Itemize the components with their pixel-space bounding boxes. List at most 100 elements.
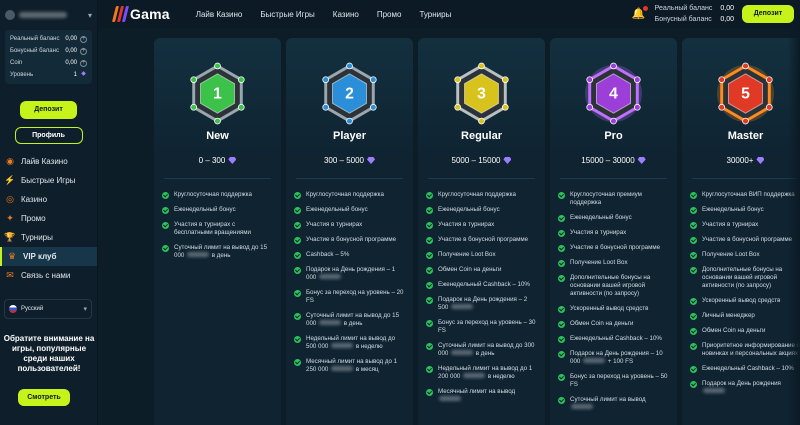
perk-text-wrap: Участие в бонусной программе xyxy=(702,236,792,244)
user-menu[interactable]: ▾ xyxy=(0,0,97,30)
blurred-amount xyxy=(439,396,461,401)
check-icon xyxy=(690,366,697,373)
perk-text-wrap: Еженедельный бонус xyxy=(174,206,236,214)
perk-text-wrap: Еженедельный бонус xyxy=(438,206,500,214)
sidebar-item-label: Турниры xyxy=(21,233,53,242)
language-select[interactable]: Русский ▾ xyxy=(4,299,92,319)
perk-item: Участие в бонусной программе xyxy=(294,236,407,244)
perk-item: Недельный лимит на вывод до 1 200 000 в … xyxy=(426,365,539,381)
perk-text-wrap: Бонус за переход на уровень – 30 FS xyxy=(438,319,539,335)
perk-list: Круглосуточная поддержка Еженедельный бон… xyxy=(162,191,275,267)
perk-text-wrap: Участия в турнирах с бесплатными вращени… xyxy=(174,221,275,237)
top-nav-item[interactable]: Промо xyxy=(377,10,402,19)
perk-text-wrap: Месячный лимит на вывод до 1 250 000 в м… xyxy=(306,358,407,374)
sidebar-item-7[interactable]: ✉ Связь с нами xyxy=(0,266,97,285)
level-range-text: 0 – 300 xyxy=(198,156,226,165)
perk-item: Участия в турнирах xyxy=(294,221,407,229)
bell-icon[interactable]: 🔔 xyxy=(632,6,648,21)
diamond-icon xyxy=(367,157,376,164)
balance-row: Уровень 1 ◆ xyxy=(10,69,87,81)
diamond-icon xyxy=(503,157,512,164)
perk-text: Участия в турнирах xyxy=(570,229,627,236)
top-nav: Лайв Казино Быстрые Игры Казино Промо Турнир… xyxy=(196,10,452,19)
perk-text-wrap: Участия в турнирах xyxy=(570,229,626,237)
check-icon xyxy=(690,252,697,259)
perk-item: Обмен Coin на деньги xyxy=(558,320,671,328)
perk-text: Еженедельный бонус xyxy=(702,206,764,213)
level-range: 30000+ xyxy=(682,156,800,165)
level-number: 1 xyxy=(213,85,222,102)
sidebar-item-5[interactable]: 🏆 Турниры xyxy=(0,228,97,247)
sidebar-item-3[interactable]: ◎ Казино xyxy=(0,190,97,209)
balance-label: Coin xyxy=(10,60,23,66)
check-icon xyxy=(426,389,433,396)
perk-text: Участия в турнирах xyxy=(702,221,759,228)
check-icon xyxy=(690,298,697,305)
top-nav-item[interactable]: Лайв Казино xyxy=(196,10,243,19)
perk-item: Участие в бонусной программе xyxy=(426,236,539,244)
perk-item: Участия в турнирах xyxy=(558,229,671,237)
diamond-icon xyxy=(756,157,765,164)
perk-text-wrap: Недельный лимит на вывод до 500 000 в не… xyxy=(306,335,407,351)
profile-button[interactable]: Профиль xyxy=(14,127,83,144)
plus-icon[interactable]: + xyxy=(80,59,87,67)
vip-level-card: 1 New 0 – 300 Круглосуточная поддержка Ежене… xyxy=(154,38,281,425)
flag-ru-icon xyxy=(9,305,17,313)
perk-text-wrap: Участие в бонусной программе xyxy=(570,244,660,252)
perk-item: Суточный лимит на вывод до 300 000 в ден… xyxy=(426,342,539,358)
balance-box: Реальный баланс 0,00 + Бонусный баланс 0,00 +… xyxy=(5,30,92,84)
sidebar-item-label: Быстрые Игры xyxy=(21,176,76,185)
blurred-amount xyxy=(583,358,606,363)
perk-item: Подарок на День рождения – 1 000 xyxy=(294,266,407,282)
plus-icon[interactable]: + xyxy=(80,47,87,55)
level-number: 3 xyxy=(477,85,486,102)
perk-text-wrap: Еженедельный Cashback – 10% xyxy=(702,365,794,373)
logo-mark-icon xyxy=(112,6,129,22)
logo[interactable]: Gama xyxy=(112,6,170,22)
perk-suffix: + 100 FS xyxy=(607,358,634,365)
level-badge-icon: 3 xyxy=(454,62,509,125)
perk-text-wrap: Еженедельный бонус xyxy=(570,214,632,222)
check-icon xyxy=(294,313,301,320)
sidebar-item-1[interactable]: ◉ Лайв Казино xyxy=(0,152,97,171)
chevron-down-icon[interactable]: ▾ xyxy=(88,11,92,20)
perk-item: Еженедельный бонус xyxy=(294,206,407,214)
perk-text-wrap: Дополнительные бонусы на основании вашей… xyxy=(702,266,800,290)
sidebar-deposit-button[interactable]: Депозит xyxy=(20,101,77,119)
perk-text-wrap: Круглосуточная поддержка xyxy=(174,191,252,199)
perk-text: Обмен Coin на деньги xyxy=(702,327,766,334)
perk-text-wrap: Получение Loot Box xyxy=(702,251,760,259)
perk-item: Круглосуточная премиум поддержка xyxy=(558,191,671,207)
top-nav-item[interactable]: Турниры xyxy=(419,10,451,19)
perk-item: Приоритетное информирование о новинках и… xyxy=(690,342,800,358)
plus-icon[interactable]: + xyxy=(80,35,87,43)
perk-suffix: в месяц xyxy=(355,366,379,373)
perk-item: Еженедельный бонус xyxy=(162,206,275,214)
sidebar-item-2[interactable]: ⚡ Быстрые Игры xyxy=(0,171,97,190)
perk-text-wrap: Суточный лимит на вывод до 15 000 в день xyxy=(306,312,407,328)
perk-text-wrap: Обмен Coin на деньги xyxy=(570,320,633,328)
sidebar-item-6[interactable]: ♛ VIP клуб xyxy=(0,247,97,266)
chevron-down-icon: ▾ xyxy=(83,306,87,313)
header-deposit-button[interactable]: Депозит xyxy=(742,5,794,23)
check-icon xyxy=(162,207,169,214)
perk-item: Бонус за переход на уровень – 50 FS xyxy=(558,373,671,389)
level-name: Regular xyxy=(461,130,502,142)
perk-suffix: в неделю xyxy=(487,373,515,380)
watch-button[interactable]: Смотреть xyxy=(18,389,70,406)
perk-text-wrap: Месячный лимит на вывод xyxy=(438,388,539,404)
check-icon xyxy=(558,275,565,282)
balance-label: Уровень xyxy=(10,72,34,78)
perk-text: Круглосуточная поддержка xyxy=(438,191,516,198)
real-balance-value: 0,00 xyxy=(720,5,734,12)
perk-item: Дополнительные бонусы на основании вашей… xyxy=(558,274,671,298)
perk-item: Подарок на День рождения – 2 500 xyxy=(426,296,539,312)
perk-text: Недельный лимит на вывод до 1 200 000 xyxy=(438,365,533,380)
perk-item: Участие в бонусной программе xyxy=(558,244,671,252)
logo-text: Gama xyxy=(130,6,170,22)
top-nav-item[interactable]: Быстрые Игры xyxy=(260,10,314,19)
sidebar-item-4[interactable]: ✦ Промо xyxy=(0,209,97,228)
balance-label: Бонусный баланс xyxy=(10,48,59,54)
perk-text-wrap: Бонус за переход на уровень – 20 FS xyxy=(306,289,407,305)
top-nav-item[interactable]: Казино xyxy=(333,10,359,19)
